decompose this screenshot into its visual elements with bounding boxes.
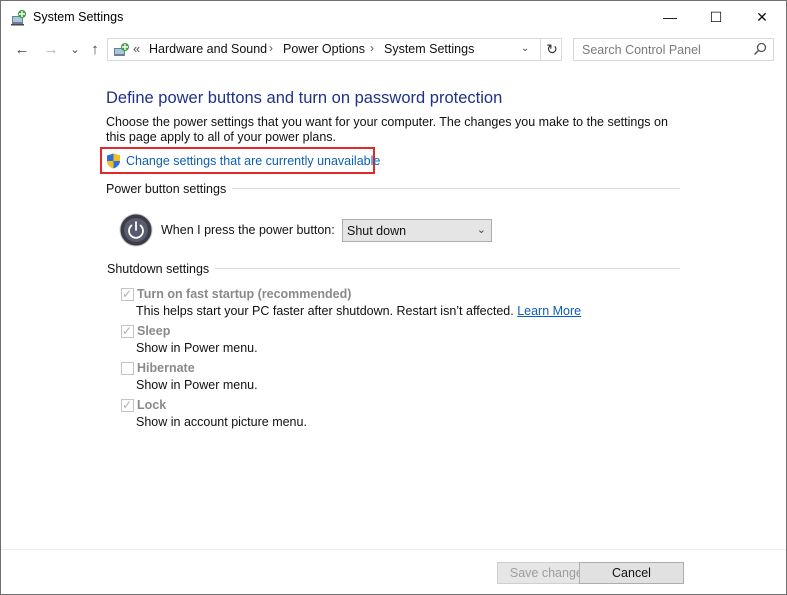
- refresh-icon: ↻: [546, 41, 558, 57]
- back-arrow-icon: ←: [14, 40, 30, 58]
- address-overflow-chevron[interactable]: «: [133, 41, 140, 56]
- breadcrumb-separator-icon[interactable]: ›: [370, 41, 374, 55]
- fast-startup-description-text: This helps start your PC faster after sh…: [136, 304, 514, 318]
- sleep-label: Sleep: [137, 324, 171, 338]
- maximize-button[interactable]: ☐: [693, 1, 739, 33]
- learn-more-link[interactable]: Learn More: [517, 304, 581, 318]
- title-bar: System Settings — ☐ ✕: [1, 1, 786, 33]
- search-box[interactable]: [573, 38, 774, 61]
- breadcrumb-power-options[interactable]: Power Options: [283, 42, 365, 56]
- up-button[interactable]: ↑: [87, 40, 103, 58]
- forward-button[interactable]: →: [43, 40, 59, 58]
- window-title: System Settings: [33, 10, 124, 24]
- system-settings-window: System Settings — ☐ ✕ ← → ⌄ ↑ « Hardware…: [0, 0, 787, 595]
- back-button[interactable]: ←: [14, 40, 30, 58]
- minimize-button[interactable]: —: [647, 1, 693, 33]
- search-icon[interactable]: [753, 42, 767, 56]
- fast-startup-label: Turn on fast startup (recommended): [137, 287, 352, 301]
- hibernate-checkbox[interactable]: [121, 362, 134, 375]
- address-dropdown-icon[interactable]: ⌄: [521, 43, 529, 54]
- change-settings-highlight: Change settings that are currently unava…: [100, 147, 380, 174]
- checkmark-icon: ✓: [122, 324, 133, 338]
- lock-checkbox[interactable]: ✓: [121, 398, 134, 412]
- address-bar[interactable]: « Hardware and Sound › Power Options › S…: [107, 38, 562, 61]
- change-settings-link[interactable]: Change settings that are currently unava…: [126, 154, 380, 168]
- sleep-description: Show in Power menu.: [136, 341, 258, 355]
- lock-label: Lock: [137, 398, 167, 412]
- close-icon: ✕: [756, 8, 768, 25]
- footer-divider: [1, 549, 786, 550]
- chevron-down-icon: ⌄: [476, 224, 486, 236]
- shutdown-settings-title: Shutdown settings: [107, 262, 216, 276]
- cancel-button[interactable]: Cancel: [579, 562, 684, 584]
- uac-shield-icon: [107, 153, 120, 169]
- fast-startup-description: This helps start your PC faster after sh…: [136, 304, 581, 318]
- page-title: Define power buttons and turn on passwor…: [106, 89, 503, 107]
- minimize-icon: —: [663, 9, 677, 25]
- checkmark-icon: ✓: [122, 287, 133, 301]
- power-button-settings-title: Power button settings: [106, 182, 233, 196]
- breadcrumb-separator-icon[interactable]: ›: [269, 41, 273, 55]
- hibernate-description: Show in Power menu.: [136, 378, 258, 392]
- power-options-app-icon: [11, 10, 26, 26]
- chevron-down-icon: ⌄: [70, 43, 80, 56]
- hibernate-label: Hibernate: [137, 361, 195, 375]
- refresh-button[interactable]: ↻: [540, 38, 563, 61]
- power-button-action-select[interactable]: Shut down ⌄: [342, 219, 492, 242]
- breadcrumb-system-settings[interactable]: System Settings: [384, 42, 474, 56]
- navigation-bar: ← → ⌄ ↑ « Hardware and Sound › Power Opt…: [1, 35, 786, 65]
- recent-locations-button[interactable]: ⌄: [67, 40, 83, 58]
- maximize-icon: ☐: [709, 8, 723, 25]
- close-button[interactable]: ✕: [739, 1, 785, 33]
- breadcrumb-hardware-and-sound[interactable]: Hardware and Sound: [149, 42, 267, 56]
- fast-startup-checkbox[interactable]: ✓: [121, 287, 134, 301]
- page-description: Choose the power settings that you want …: [106, 115, 668, 144]
- power-button-icon: [119, 213, 153, 247]
- forward-arrow-icon: →: [43, 40, 59, 58]
- lock-description: Show in account picture menu.: [136, 415, 307, 429]
- control-panel-icon: [114, 43, 129, 56]
- power-button-label: When I press the power button:: [161, 223, 335, 237]
- up-arrow-icon: ↑: [91, 40, 99, 58]
- power-button-action-value: Shut down: [347, 224, 407, 238]
- search-input[interactable]: [574, 39, 752, 60]
- checkmark-icon: ✓: [122, 398, 133, 412]
- sleep-checkbox[interactable]: ✓: [121, 324, 134, 338]
